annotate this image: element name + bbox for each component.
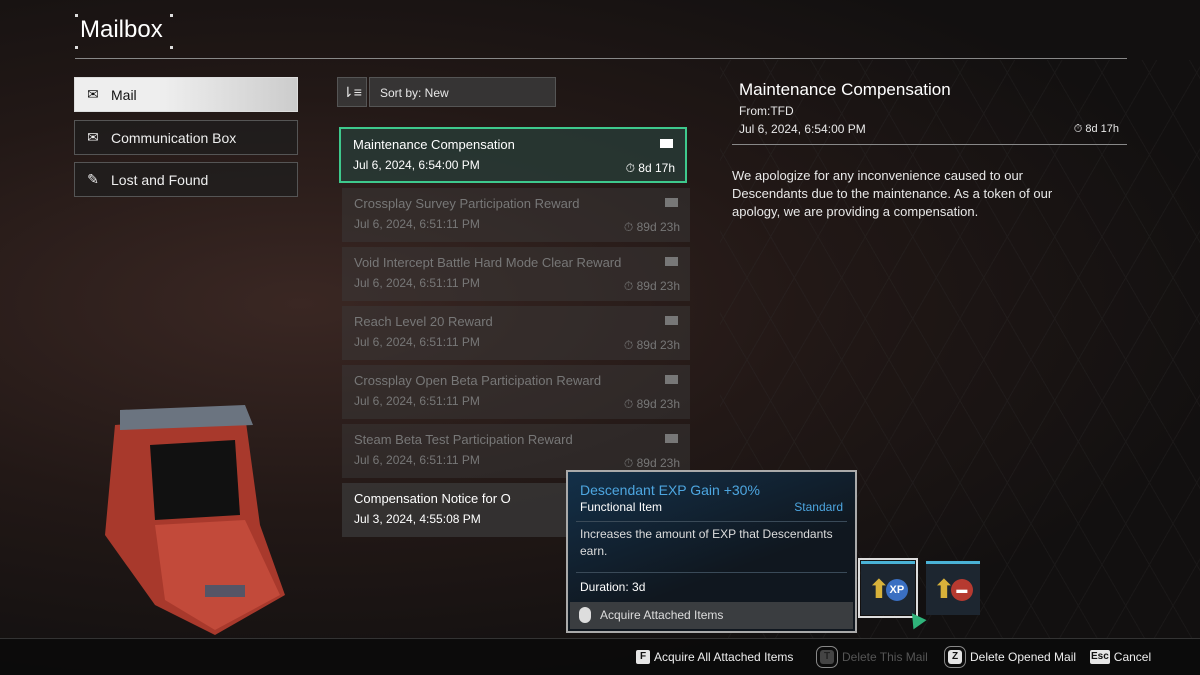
sort-dropdown[interactable]: Sort by: New [369, 77, 556, 107]
delete-this-mail-button[interactable]: T Delete This Mail [816, 646, 928, 668]
nav-mail[interactable]: ✉ Mail [74, 77, 298, 112]
tooltip-item-name: Descendant EXP Gain +30% [580, 482, 760, 498]
detail-from: From:TFD [739, 104, 794, 118]
mail-item[interactable]: Crossplay Open Beta Participation Reward… [342, 365, 690, 419]
mail-item[interactable]: Crossplay Survey Participation Reward Jul… [342, 188, 690, 242]
sort-button[interactable]: ⇂≡ [337, 77, 367, 107]
crate-image [105, 405, 285, 635]
attachment-weapon-boost[interactable]: ⬆ ▬ [926, 561, 980, 615]
mail-title: Reach Level 20 Reward [354, 314, 493, 329]
corner-mark [75, 46, 78, 49]
delete-opened-mail-button[interactable]: Z Delete Opened Mail [944, 646, 1076, 668]
mouse-icon [579, 607, 591, 623]
weapon-boost-icon: ▬ [950, 578, 973, 601]
acquire-all-button[interactable]: F Acquire All Attached Items [636, 650, 793, 664]
envelope-icon [665, 434, 678, 443]
envelope-icon: ✉ [87, 129, 99, 145]
cancel-button[interactable]: Esc Cancel [1090, 650, 1151, 664]
tooltip-divider [576, 521, 847, 522]
envelope-icon [660, 139, 673, 148]
corner-mark [75, 14, 78, 17]
nav-communication-box[interactable]: ✉ Communication Box [74, 120, 298, 155]
attachment-exp-boost[interactable]: ⬆ XP [858, 558, 918, 618]
tooltip-item-type: Functional Item [580, 500, 663, 514]
tooltip-divider [576, 572, 847, 573]
mail-remaining: ⏱ 89d 23h [623, 456, 680, 470]
sort-icon: ⇂≡ [342, 83, 362, 100]
mail-title: Crossplay Survey Participation Reward [354, 196, 580, 211]
page-title: Mailbox [80, 16, 163, 43]
exp-boost-icon: XP [885, 578, 908, 601]
detail-divider [732, 144, 1127, 145]
nav-label: Mail [111, 86, 137, 103]
mail-title: Crossplay Open Beta Participation Reward [354, 373, 602, 388]
item-tooltip: Descendant EXP Gain +30% Functional Item… [566, 470, 857, 633]
nav-label: Communication Box [111, 129, 237, 146]
envelope-icon [665, 375, 678, 384]
nav-lost-and-found[interactable]: ✎ Lost and Found [74, 162, 298, 197]
tooltip-duration: Duration: 3d [580, 580, 646, 594]
corner-mark [170, 14, 173, 17]
acquire-attached-items-button[interactable]: Acquire Attached Items [570, 602, 853, 629]
envelope-icon [665, 316, 678, 325]
mail-item[interactable]: Reach Level 20 Reward Jul 6, 2024, 6:51:1… [342, 306, 690, 360]
nav-label: Lost and Found [111, 171, 209, 188]
detail-body: We apologize for any inconvenience cause… [732, 168, 1053, 219]
tooltip-description: Increases the amount of EXP that Descend… [580, 527, 833, 558]
corner-mark [170, 46, 173, 49]
pin-icon: ✎ [87, 171, 99, 187]
detail-remaining: ⏱ 8d 17h [1073, 123, 1119, 135]
detail-title: Maintenance Compensation [739, 80, 951, 99]
mail-remaining: ⏱ 89d 23h [623, 279, 680, 293]
mail-remaining: ⏱ 89d 23h [623, 397, 680, 411]
mail-remaining: ⏱ 89d 23h [623, 220, 680, 234]
envelope-icon [665, 198, 678, 207]
mail-item[interactable]: Maintenance Compensation Jul 6, 2024, 6:5… [339, 127, 687, 183]
mail-remaining: ⏱ 8d 17h [625, 161, 675, 175]
envelope-icon [665, 257, 678, 266]
tooltip-item-grade: Standard [794, 500, 843, 514]
header-divider [75, 58, 1127, 59]
mail-remaining: ⏱ 89d 23h [623, 338, 680, 352]
mail-title: Void Intercept Battle Hard Mode Clear Re… [354, 255, 622, 270]
mail-detail: Maintenance Compensation From:TFD Jul 6,… [732, 80, 1127, 221]
mail-title: Steam Beta Test Participation Reward [354, 432, 573, 447]
envelope-icon: ✉ [87, 86, 99, 102]
mail-item[interactable]: Void Intercept Battle Hard Mode Clear Re… [342, 247, 690, 301]
mail-title: Maintenance Compensation [353, 137, 515, 152]
detail-date: Jul 6, 2024, 6:54:00 PM [739, 122, 866, 136]
